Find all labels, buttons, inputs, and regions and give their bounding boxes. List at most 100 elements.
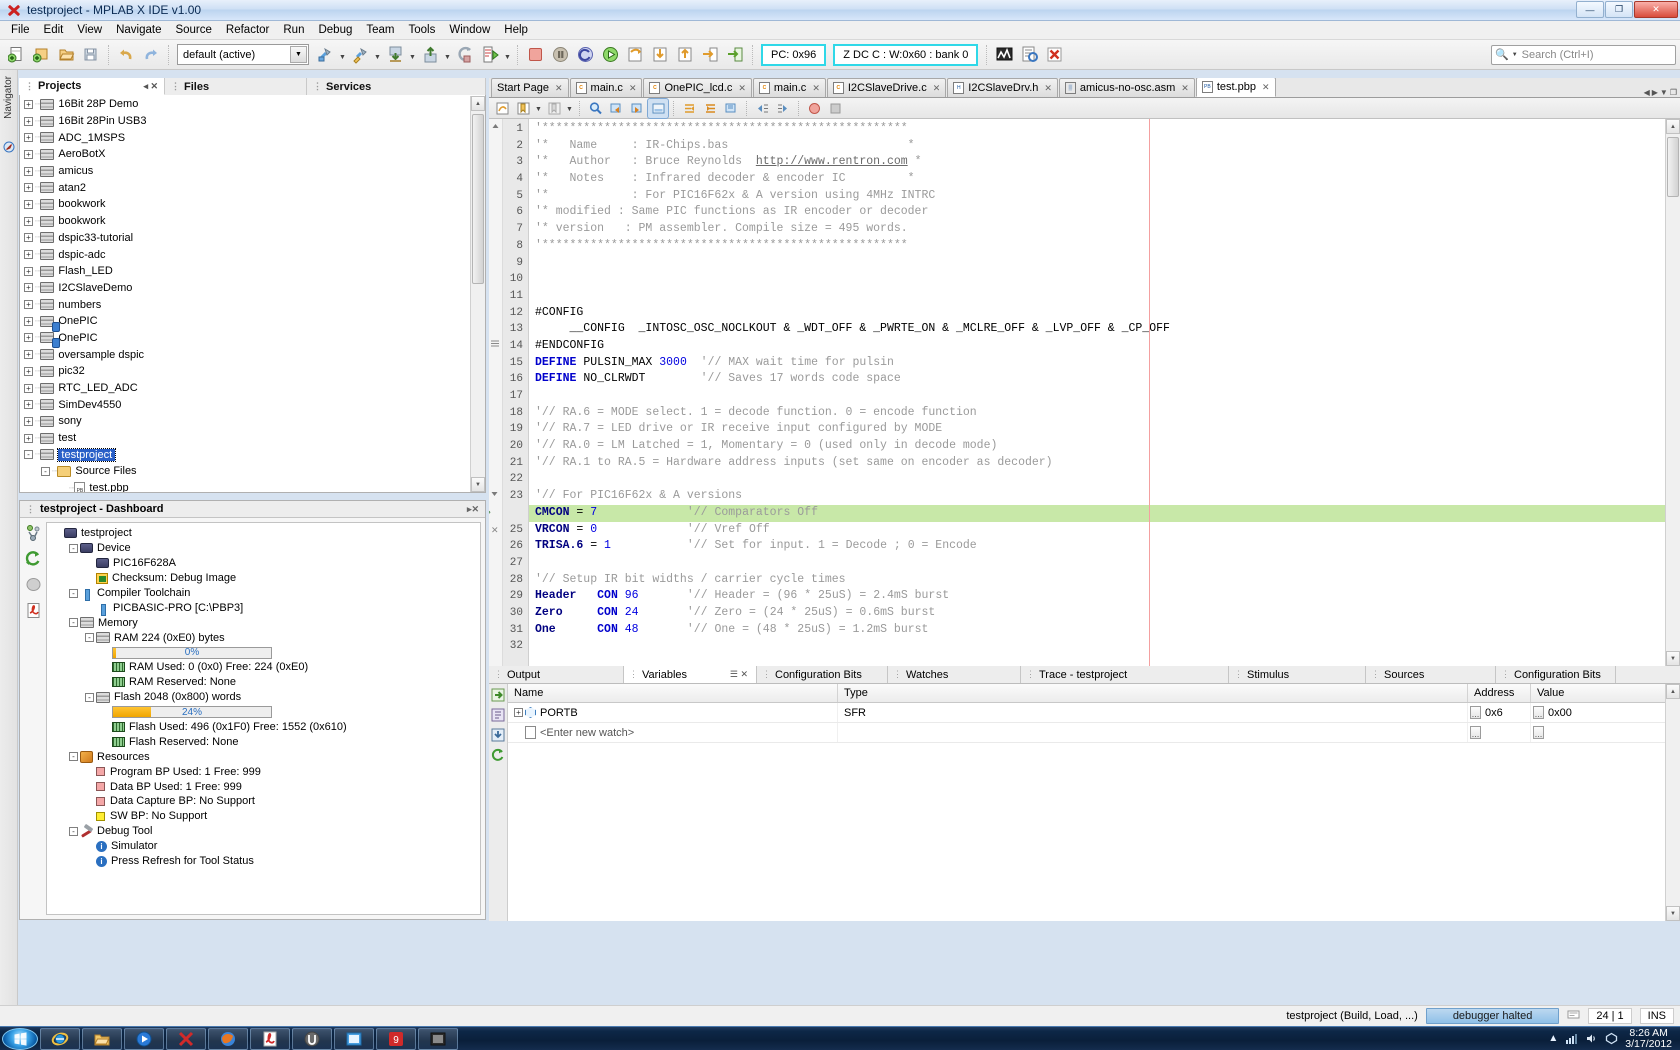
dashboard-item[interactable]: PIC16F628A: [51, 556, 480, 571]
pause-icon[interactable]: [548, 43, 572, 67]
dashboard-tree[interactable]: testproject-DevicePIC16F628AChecksum: De…: [46, 522, 481, 915]
bottom-tab-watches[interactable]: ⋮Watches: [888, 666, 1021, 683]
previous-bookmark-icon[interactable]: [544, 99, 564, 118]
left-tab-files[interactable]: ⋮Files: [165, 78, 307, 95]
code-line[interactable]: [529, 555, 1680, 572]
table-row[interactable]: +PORTBSFR…0x6…0x00: [508, 703, 1680, 723]
editor-tab-main-c[interactable]: Cmain.c✕: [753, 78, 826, 97]
scroll-tabs-right-icon[interactable]: ▶: [1652, 88, 1658, 97]
make-and-program-icon[interactable]: [383, 43, 407, 67]
code-line[interactable]: '***************************************…: [529, 121, 1680, 138]
stop-macro-icon[interactable]: [825, 99, 845, 118]
code-line[interactable]: '// RA.6 = MODE select. 1 = decode funct…: [529, 405, 1680, 422]
gutter-scroll-down-icon[interactable]: [490, 489, 499, 501]
project-tree-item[interactable]: -┈Source Files: [20, 463, 485, 480]
left-tab-projects[interactable]: ⋮Projects◂ ✕: [19, 78, 165, 95]
tab-minimize-icon[interactable]: ◂ ✕: [135, 81, 158, 92]
code-line[interactable]: '* Author : Bruce Reynolds http://www.re…: [529, 154, 1680, 171]
read-device-icon[interactable]: [418, 43, 442, 67]
close-tab-icon[interactable]: ✕: [1181, 83, 1189, 94]
build-dropdown-icon[interactable]: ▼: [338, 43, 347, 67]
code-line[interactable]: '***************************************…: [529, 238, 1680, 255]
bottom-tab-sources[interactable]: ⋮Sources: [1366, 666, 1496, 683]
taskbar-pickit-icon[interactable]: 9: [376, 1028, 416, 1050]
close-tab-icon[interactable]: ✕: [1262, 82, 1270, 93]
expand-icon[interactable]: +: [24, 283, 33, 292]
collapse-icon[interactable]: -: [69, 618, 78, 627]
project-tree-item[interactable]: +┈bookwork: [20, 196, 485, 213]
collapse-icon[interactable]: -: [85, 693, 94, 702]
toggle-breakpoint-icon[interactable]: [804, 99, 824, 118]
code-line[interactable]: Zero CON 24 '// Zero = (24 * 25uS) = 0.6…: [529, 605, 1680, 622]
close-tab-icon[interactable]: ✕: [555, 83, 563, 94]
project-tree-item[interactable]: +┈RTC_LED_ADC: [20, 380, 485, 397]
minimize-button[interactable]: —: [1576, 1, 1604, 18]
project-tree-item[interactable]: +┈Flash_LED: [20, 263, 485, 280]
device-package-icon[interactable]: [25, 576, 42, 593]
watch-view-icon[interactable]: [1017, 43, 1041, 67]
code-line[interactable]: #CONFIG: [529, 305, 1680, 322]
dashboard-item[interactable]: -Memory: [51, 615, 480, 630]
taskbar-app-dark-icon[interactable]: [418, 1028, 458, 1050]
close-button[interactable]: ✕: [1634, 1, 1678, 18]
expand-icon[interactable]: +: [24, 367, 33, 376]
make-dropdown-icon[interactable]: ▼: [408, 43, 417, 67]
dashboard-item[interactable]: RAM Used: 0 (0x0) Free: 224 (0xE0): [51, 660, 480, 675]
refresh-debug-tool-icon[interactable]: [25, 550, 42, 567]
expand-icon[interactable]: +: [24, 417, 33, 426]
code-line[interactable]: '// Setup IR bit widths / carrier cycle …: [529, 572, 1680, 589]
projects-scrollbar[interactable]: ▲ ▼: [470, 96, 485, 492]
menu-view[interactable]: View: [70, 22, 109, 38]
close-tab-icon[interactable]: ✕: [1044, 83, 1052, 94]
tray-action-center-icon[interactable]: [1605, 1032, 1618, 1045]
search-input[interactable]: 🔍 ▼ Search (Ctrl+I): [1491, 45, 1676, 65]
import-watch-icon[interactable]: [489, 725, 507, 745]
bottom-tab-configuration-bits[interactable]: ⋮Configuration Bits: [757, 666, 888, 683]
editor-tab-onepic-lcd-c[interactable]: COnePIC_lcd.c✕: [643, 78, 751, 97]
maximize-editor-icon[interactable]: ❐: [1670, 88, 1677, 97]
last-edit-icon[interactable]: [492, 99, 512, 118]
dashboard-minimize-icon[interactable]: ▸✕: [467, 504, 479, 515]
step-out-icon[interactable]: [673, 43, 697, 67]
code-line[interactable]: One CON 48 '// One = (48 * 25uS) = 1.2mS…: [529, 622, 1680, 639]
bottom-tab-variables[interactable]: ⋮Variables☰ ✕: [624, 666, 757, 683]
dashboard-item[interactable]: PICBASIC-PRO [C:\PBP3]: [51, 600, 480, 615]
code-line[interactable]: CMCON = 7 '// Comparators Off: [529, 505, 1680, 522]
expand-icon[interactable]: +: [24, 233, 33, 242]
taskbar-app-mu-icon[interactable]: [292, 1028, 332, 1050]
column-header-value[interactable]: Value: [1531, 684, 1680, 702]
collapse-icon[interactable]: -: [69, 544, 78, 553]
expand-icon[interactable]: +: [24, 384, 33, 393]
dashboard-item[interactable]: 0%: [51, 645, 480, 660]
expand-icon[interactable]: +: [24, 317, 33, 326]
project-tree-item[interactable]: +┈amicus: [20, 163, 485, 180]
debug-dropdown-icon[interactable]: ▼: [503, 43, 512, 67]
editor-tab-i2cslavedrv-h[interactable]: HI2CSlaveDrv.h✕: [947, 78, 1058, 97]
project-tree-item[interactable]: +┈sony: [20, 413, 485, 430]
code-line[interactable]: '// For PIC16F62x & A versions: [529, 488, 1680, 505]
code-line[interactable]: '* version : PM assembler. Compile size …: [529, 221, 1680, 238]
menu-source[interactable]: Source: [168, 22, 218, 38]
new-project-icon[interactable]: [29, 43, 53, 67]
dashboard-item[interactable]: -Flash 2048 (0x800) words: [51, 690, 480, 705]
code-line[interactable]: '* Notes : Infrared decoder & encoder IC…: [529, 171, 1680, 188]
redo-icon[interactable]: [139, 43, 163, 67]
code-line[interactable]: '* modified : Same PIC functions as IR e…: [529, 204, 1680, 221]
code-line[interactable]: VRCON = 0 '// Vref Off: [529, 522, 1680, 539]
search-dropdown-icon[interactable]: ▼: [1512, 52, 1518, 58]
project-tree-item[interactable]: +┈numbers: [20, 296, 485, 313]
continue-icon[interactable]: [598, 43, 622, 67]
dashboard-item[interactable]: Program BP Used: 1 Free: 999: [51, 764, 480, 779]
editor-tab-amicus-no-osc-asm[interactable]: ▒amicus-no-osc.asm✕: [1059, 78, 1195, 97]
variables-table-body[interactable]: +PORTBSFR…0x6…0x00<Enter new watch>……: [508, 703, 1680, 743]
column-header-address[interactable]: Address: [1468, 684, 1531, 702]
dashboard-item[interactable]: RAM Reserved: None: [51, 675, 480, 690]
toggle-highlight-icon[interactable]: [648, 99, 668, 118]
expand-icon[interactable]: +: [24, 200, 33, 209]
tab-list-icon[interactable]: ▼: [1660, 88, 1668, 97]
clean-dropdown-icon[interactable]: ▼: [373, 43, 382, 67]
clean-build-icon[interactable]: [348, 43, 372, 67]
navigator-compass-icon[interactable]: [3, 141, 15, 153]
variable-name-cell[interactable]: +PORTB: [508, 703, 838, 722]
build-project-icon[interactable]: [313, 43, 337, 67]
